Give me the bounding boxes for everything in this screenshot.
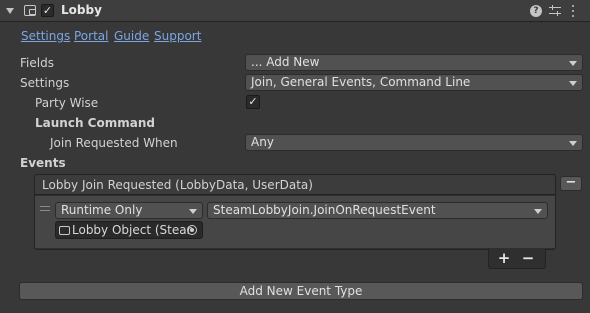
component-enabled-checkbox[interactable]: ✓	[41, 4, 54, 17]
link-portal[interactable]: Portal	[74, 29, 108, 43]
chevron-down-icon	[569, 141, 577, 146]
component-title: Lobby	[61, 3, 102, 17]
join-requested-value: Any	[251, 135, 274, 149]
chevron-down-icon	[569, 61, 577, 66]
event-title: Lobby Join Requested (LobbyData, UserDat…	[42, 178, 313, 192]
fields-dropdown[interactable]: ... Add New	[245, 54, 583, 71]
party-wise-label: Party Wise	[35, 96, 99, 110]
function-dropdown[interactable]: SteamLobbyJoin.JoinOnRequestEvent	[207, 202, 548, 219]
runtime-mode-dropdown[interactable]: Runtime Only	[55, 202, 203, 219]
settings-label: Settings	[20, 76, 70, 90]
object-field[interactable]: Lobby Object (Stear	[55, 221, 203, 239]
chevron-down-icon	[569, 81, 577, 86]
link-guide[interactable]: Guide	[114, 29, 149, 43]
preset-icon[interactable]	[549, 4, 561, 17]
remove-event-button[interactable]: −	[560, 176, 582, 191]
object-field-value: Lobby Object (Stear	[72, 223, 192, 237]
add-event-type-button[interactable]: Add New Event Type	[19, 282, 583, 300]
party-wise-checkbox[interactable]: ✓	[246, 95, 260, 109]
fields-dropdown-value: ... Add New	[251, 55, 320, 69]
join-requested-dropdown[interactable]: Any	[245, 134, 583, 151]
chevron-down-icon	[534, 209, 542, 214]
join-requested-label: Join Requested When	[50, 136, 178, 150]
settings-dropdown-value: Join, General Events, Command Line	[251, 75, 471, 89]
runtime-mode-value: Runtime Only	[61, 203, 143, 217]
events-heading: Events	[20, 156, 66, 170]
link-support[interactable]: Support	[154, 29, 201, 43]
component-icon	[24, 5, 36, 16]
object-picker-icon[interactable]	[187, 225, 197, 235]
link-settings[interactable]: Settings	[21, 29, 70, 43]
fields-label: Fields	[20, 56, 54, 70]
settings-dropdown[interactable]: Join, General Events, Command Line	[245, 74, 583, 91]
foldout-arrow-icon[interactable]	[6, 8, 14, 14]
remove-listener-button[interactable]: −	[517, 250, 539, 267]
function-value: SteamLobbyJoin.JoinOnRequestEvent	[213, 203, 436, 217]
chevron-down-icon	[189, 209, 197, 214]
drag-handle-icon[interactable]	[40, 206, 50, 212]
help-icon[interactable]: ?	[530, 5, 542, 17]
add-listener-button[interactable]: +	[493, 250, 515, 267]
object-icon	[59, 226, 70, 235]
launch-command-heading: Launch Command	[35, 116, 155, 130]
kebab-menu-icon[interactable]	[571, 4, 575, 18]
